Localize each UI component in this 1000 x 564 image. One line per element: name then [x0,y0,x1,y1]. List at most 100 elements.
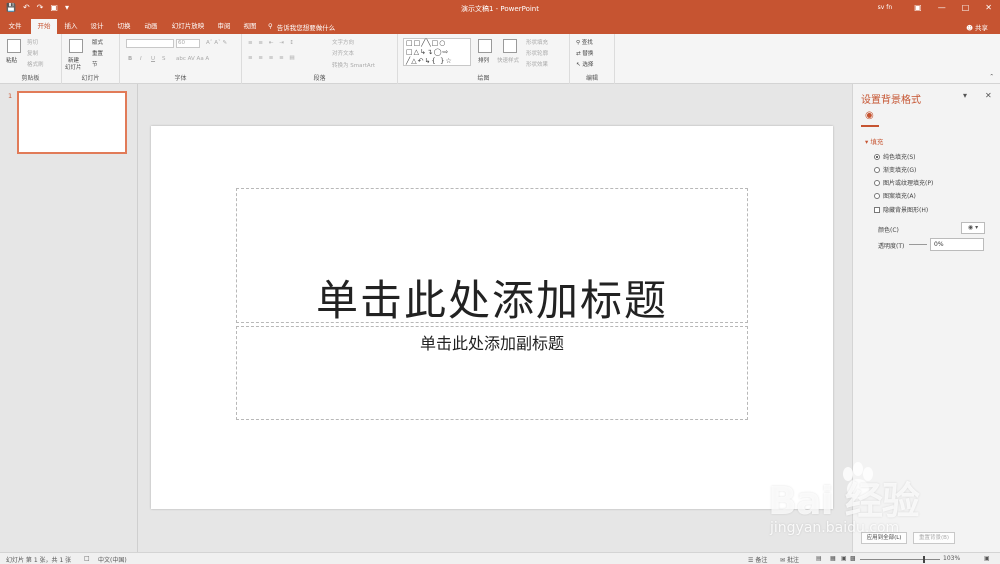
slide-canvas[interactable]: 单击此处添加标题 单击此处添加副标题 [151,126,833,509]
transparency-input[interactable]: 0% [930,238,984,251]
pane-title: 设置背景格式 [861,95,921,106]
comments-label: 批注 [786,557,799,564]
option-solid-fill[interactable]: 纯色填充(S) [874,152,916,161]
shape-fill-button[interactable]: 形状填充 [526,38,548,46]
underline-button[interactable]: U [151,56,155,62]
option-pattern-fill[interactable]: 图案填充(A) [874,191,916,200]
gradient-fill-radio[interactable] [874,166,880,173]
option-picture-fill[interactable]: 图片或纹理填充(P) [874,178,933,187]
shape-effects-button[interactable]: 形状效果 [526,60,548,68]
zoom-slider[interactable] [860,559,940,560]
option-hide-graphics[interactable]: 隐藏背景图形(H) [874,205,928,214]
hide-graphics-label: 隐藏背景图形(H) [883,207,929,214]
arrange-icon[interactable] [478,39,492,53]
slide-thumbnail[interactable] [17,91,127,154]
bullets-icon[interactable]: ≡ ≡ ⇤ ⇥ ↕ [248,40,296,46]
solid-fill-radio[interactable] [874,153,880,160]
notes-button[interactable]: ☰ 备注 [748,555,767,564]
shapes-gallery[interactable]: □□╱╲□○ □△↳↴◯⇨ ╱△↶↳{ }☆ [403,38,471,66]
subtitle-placeholder[interactable]: 单击此处添加副标题 [236,326,748,420]
new-slide-icon[interactable] [69,39,83,53]
tab-file[interactable]: 文件 [4,19,26,34]
font-name-combo[interactable] [126,39,174,48]
cut-button[interactable]: 剪切 [27,38,38,46]
close-icon[interactable]: ✕ [985,3,992,12]
tab-insert[interactable]: 插入 [60,19,82,34]
find-button[interactable]: ⚲ 查找 [576,38,593,46]
picture-fill-radio[interactable] [874,179,880,186]
share-button[interactable]: ☻ 共享 [966,22,988,32]
tab-animations[interactable]: 动画 [140,19,162,34]
group-label-slides: 幻灯片 [81,75,100,82]
spellcheck-icon[interactable]: □ [84,555,90,562]
align-text-button[interactable]: 对齐文本 [332,49,354,57]
find-icon: ⚲ [576,40,581,46]
pane-options-icon[interactable]: ▾ [963,91,967,100]
group-label-font: 字体 [174,75,187,82]
shape-outline-button[interactable]: 形状轮廓 [526,49,548,57]
slideshow-view-icon[interactable]: ▩ [850,555,856,562]
grow-font-icon[interactable]: Aˆ Aˇ ✎ [206,40,227,46]
quick-styles-button[interactable]: 快速样式 [497,56,519,64]
format-painter-button[interactable]: 格式刷 [27,60,44,68]
fit-slide-icon[interactable]: ▣ [984,555,990,562]
replace-button[interactable]: ⇄ 替换 [576,49,593,57]
title-bar: 💾 ↶ ↷ ▣ ▾ 演示文稿1 - PowerPoint sv fn ▣ — □… [0,0,1000,17]
tell-me-box[interactable]: ⚲ 告诉我您想要做什么 [268,22,335,32]
ribbon: 粘贴 剪切 复制 格式刷 剪贴板 新建 幻灯片 版式 重置 节 幻灯片 60 A… [0,34,1000,84]
option-gradient-fill[interactable]: 渐变填充(G) [874,165,916,174]
font-size-combo[interactable]: 60 [176,39,200,48]
transparency-slider[interactable] [909,244,927,245]
zoom-slider-thumb[interactable] [923,556,925,563]
maximize-icon[interactable]: □ [962,3,970,12]
picture-fill-label: 图片或纹理填充(P) [883,180,934,187]
tab-transitions[interactable]: 切换 [113,19,135,34]
hide-graphics-checkbox[interactable] [874,206,880,213]
text-direction-button[interactable]: 文字方向 [332,38,354,46]
layout-button[interactable]: 版式 [92,38,103,46]
tab-slideshow[interactable]: 幻灯片放映 [167,19,209,34]
status-bar: 幻灯片 第 1 张，共 1 张 □ 中文(中国) ☰ 备注 ✉ 批注 ▤ ▦ ▣… [0,552,1000,564]
smartart-button[interactable]: 转换为 SmartArt [332,61,375,69]
title-placeholder[interactable]: 单击此处添加标题 [236,188,748,325]
strike-button[interactable]: S [162,56,166,62]
gradient-fill-label: 渐变填充(G) [883,167,917,174]
fill-section-header[interactable]: ▾ 填充 [865,136,883,146]
tab-review[interactable]: 审阅 [213,19,235,34]
group-label-drawing: 绘图 [477,75,490,82]
slide-sorter-icon[interactable]: ▦ [830,555,836,562]
collapse-ribbon-icon[interactable]: ⌃ [989,74,994,80]
replace-label: 替换 [582,51,594,57]
quick-styles-icon[interactable] [503,39,517,53]
align-icon[interactable]: ≡ ≡ ≡ ≡ ▤ [248,55,297,61]
paint-bucket-icon[interactable]: ◉ [865,110,875,122]
paste-button[interactable]: 粘贴 [6,56,17,64]
group-label-clipboard: 剪贴板 [21,75,40,82]
tab-home[interactable]: 开始 [31,19,57,34]
user-name[interactable]: sv fn [878,4,893,11]
color-picker-button[interactable]: ◉ ▾ [961,222,985,234]
italic-button[interactable]: I [140,56,142,62]
reading-view-icon[interactable]: ▣ [841,555,847,562]
ribbon-display-icon[interactable]: ▣ [914,3,922,12]
reset-button[interactable]: 重置 [92,49,103,57]
tab-view[interactable]: 视图 [239,19,261,34]
comments-button[interactable]: ✉ 批注 [780,555,799,564]
paste-icon[interactable] [7,39,21,53]
bold-button[interactable]: B [128,56,132,62]
language-indicator[interactable]: 中文(中国) [98,555,127,564]
window-controls: sv fn ▣ — □ ✕ [878,3,992,12]
normal-view-icon[interactable]: ▤ [816,555,822,562]
group-font: 60 Aˆ Aˇ ✎ B I U S abc AV Aa A 字体 [120,34,242,84]
pattern-fill-radio[interactable] [874,192,880,199]
copy-button[interactable]: 复制 [27,49,38,57]
section-button[interactable]: 节 [92,60,98,68]
zoom-level[interactable]: 103% [943,555,960,562]
select-button[interactable]: ↖ 选择 [576,60,593,68]
arrange-button[interactable]: 排列 [478,56,489,64]
font-color-icon[interactable]: abc AV Aa A [176,56,209,62]
minimize-icon[interactable]: — [938,3,946,12]
pane-close-icon[interactable]: ✕ [985,91,992,100]
tab-design[interactable]: 设计 [86,19,108,34]
group-editing: ⚲ 查找 ⇄ 替换 ↖ 选择 编辑 [570,34,615,84]
